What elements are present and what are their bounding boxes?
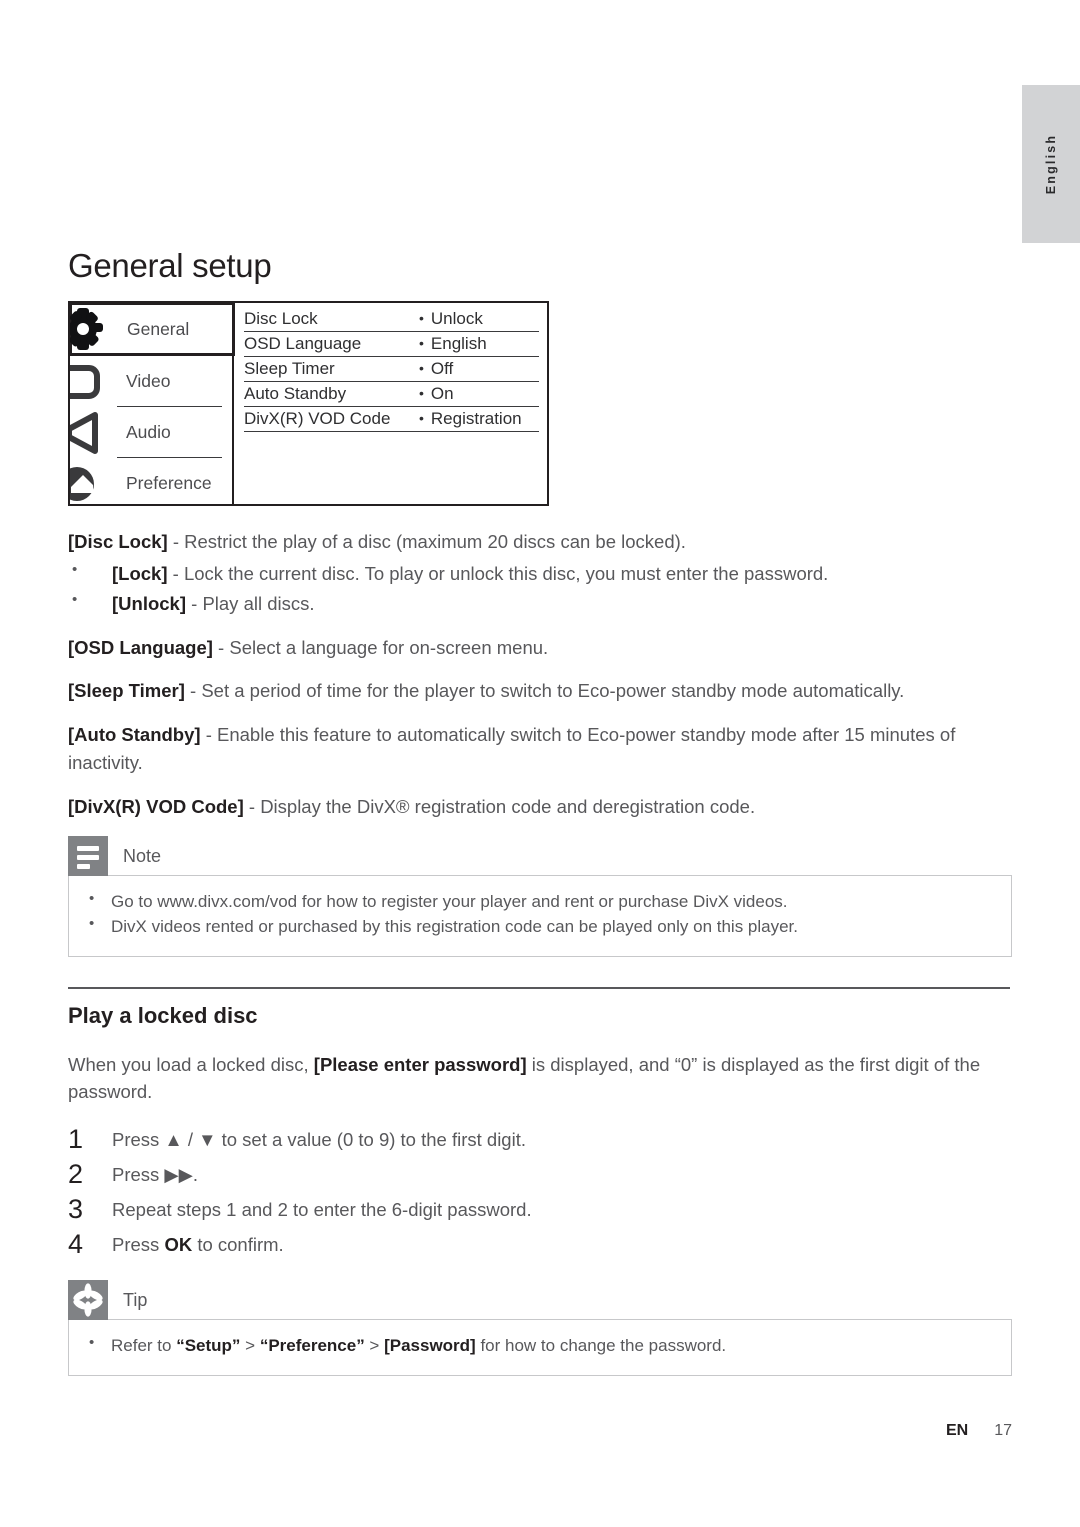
path-password: [Password]	[384, 1336, 476, 1356]
term-osd-language: [OSD Language]	[68, 636, 213, 658]
tv-screen-icon	[70, 359, 119, 405]
osd-row-key: Auto Standby	[244, 384, 347, 404]
description-divx-vod-code: [DivX(R) VOD Code] - Display the DivX® r…	[68, 793, 1012, 821]
key-ok: OK	[164, 1234, 193, 1256]
term-lock: [Lock]	[112, 563, 168, 585]
tip-text-part1: Refer to	[111, 1336, 177, 1356]
osd-row-value: Off	[419, 359, 453, 379]
description-auto-standby: [Auto Standby] - Enable this feature to …	[68, 721, 1012, 777]
osd-row-value: Unlock	[419, 309, 483, 329]
osd-row-auto-standby[interactable]: Auto Standby On	[244, 382, 539, 408]
osd-row-sleep-timer[interactable]: Sleep Timer Off	[244, 357, 539, 383]
note-callout-header: Note	[68, 836, 1012, 877]
note-callout-body: Go to www.divx.com/vod for how to regist…	[68, 875, 1012, 957]
footer-language-code: EN	[945, 1422, 969, 1439]
path-preference: “Preference”	[259, 1336, 365, 1356]
desc-unlock-text: - Play all discs.	[186, 592, 315, 614]
term-divx-vod-code: [DivX(R) VOD Code]	[68, 795, 244, 817]
desc-auto-standby-text: - Enable this feature to automatically s…	[68, 724, 956, 773]
osd-row-key: Disc Lock	[244, 309, 318, 329]
description-sleep-timer: [Sleep Timer] - Set a period of time for…	[68, 677, 1012, 705]
desc-lock-text: - Lock the current disc. To play or unlo…	[167, 563, 829, 585]
osd-menu-figure: General Video Audio Preference Disc Lock…	[68, 301, 549, 507]
list-item: Press ▶▶.	[68, 1157, 1012, 1192]
preference-icon	[70, 461, 119, 505]
language-side-tab-label: English	[1044, 133, 1058, 195]
page-footer: EN 17	[0, 1422, 1080, 1440]
step-text-after: to confirm.	[192, 1234, 284, 1256]
osd-sidebar-label-preference: Preference	[126, 473, 212, 494]
osd-row-key: OSD Language	[244, 334, 362, 354]
term-unlock: [Unlock]	[112, 592, 186, 614]
desc-sleep-timer-text: - Set a period of time for the player to…	[184, 680, 905, 702]
tip-callout: Tip Refer to “Setup” > “Preference” > [P…	[68, 1280, 1012, 1376]
intro-text-part1: When you load a locked disc,	[68, 1053, 314, 1075]
tip-sep1: >	[240, 1336, 260, 1356]
osd-settings-list: Disc Lock Unlock OSD Language English Sl…	[236, 303, 547, 504]
description-osd-language: [OSD Language] - Select a language for o…	[68, 634, 1012, 662]
osd-sidebar: General Video Audio Preference	[70, 303, 235, 505]
step-text: Repeat steps 1 and 2 to enter the 6-digi…	[112, 1199, 532, 1221]
list-item: Repeat steps 1 and 2 to enter the 6-digi…	[68, 1192, 1012, 1227]
term-auto-standby: [Auto Standby]	[68, 724, 201, 746]
osd-row-key: DivX(R) VOD Code	[244, 409, 391, 429]
language-side-tab: English	[1022, 85, 1080, 243]
page-title: General setup	[68, 247, 272, 284]
desc-disc-lock-text: - Restrict the play of a disc (maximum 2…	[167, 531, 686, 553]
osd-row-key: Sleep Timer	[244, 359, 335, 379]
asterisk-icon-glyph	[73, 1283, 103, 1317]
osd-sidebar-item-general[interactable]: General	[70, 303, 235, 357]
osd-row-disc-lock[interactable]: Disc Lock Unlock	[244, 307, 539, 333]
note-lines-icon	[68, 836, 108, 877]
locked-disc-intro: When you load a locked disc, [Please ent…	[68, 1051, 1012, 1107]
note-callout-title: Note	[123, 846, 162, 867]
list-item: [Unlock] - Play all discs.	[68, 589, 1012, 618]
step-text: Press ▲ / ▼ to set a value (0 to 9) to t…	[112, 1129, 526, 1151]
speaker-icon	[70, 410, 119, 456]
term-please-enter-password: [Please enter password]	[313, 1053, 527, 1075]
osd-sidebar-label-video: Video	[126, 371, 171, 392]
osd-sidebar-item-video[interactable]: Video	[70, 356, 232, 408]
page-content: General setup General Video Audio Prefer…	[68, 0, 1012, 1380]
gear-icon	[70, 306, 121, 352]
osd-row-value: Registration	[419, 409, 522, 429]
desc-osd-language-text: - Select a language for on-screen menu.	[212, 636, 549, 658]
osd-row-osd-language[interactable]: OSD Language English	[244, 332, 539, 358]
asterisk-icon	[68, 1280, 108, 1321]
locked-disc-steps: Press ▲ / ▼ to set a value (0 to 9) to t…	[68, 1122, 1012, 1262]
note-lines-icon-bars	[77, 846, 99, 873]
section-title-play-locked-disc: Play a locked disc	[68, 1002, 258, 1028]
description-disc-lock: [Disc Lock] - Restrict the play of a dis…	[68, 528, 1012, 556]
step-text: Press ▶▶.	[112, 1164, 199, 1186]
desc-divx-text: - Display the DivX® registration code an…	[243, 795, 756, 817]
disc-lock-options: [Lock] - Lock the current disc. To play …	[68, 559, 1012, 618]
tip-callout-title: Tip	[123, 1290, 148, 1311]
tip-callout-header: Tip	[68, 1280, 1012, 1321]
list-item: Press ▲ / ▼ to set a value (0 to 9) to t…	[68, 1122, 1012, 1157]
tip-callout-body: Refer to “Setup” > “Preference” > [Passw…	[68, 1319, 1012, 1376]
osd-sidebar-item-audio[interactable]: Audio	[70, 407, 232, 459]
path-setup: “Setup”	[176, 1336, 241, 1356]
list-item: DivX videos rented or purchased by this …	[87, 913, 993, 940]
list-item: Refer to “Setup” > “Preference” > [Passw…	[87, 1332, 993, 1359]
locked-disc-intro-paragraph: When you load a locked disc, [Please ent…	[68, 1051, 1012, 1107]
list-item: Press OK to confirm.	[68, 1227, 1012, 1262]
list-item: [Lock] - Lock the current disc. To play …	[68, 559, 1012, 588]
tip-sep2: >	[364, 1336, 385, 1356]
osd-sidebar-label-general: General	[127, 318, 190, 339]
section-divider	[68, 986, 1010, 989]
term-disc-lock: [Disc Lock]	[68, 531, 168, 553]
footer-page-number: 17	[994, 1422, 1012, 1439]
osd-sidebar-label-audio: Audio	[126, 422, 171, 443]
osd-row-value: English	[419, 334, 487, 354]
note-callout: Note Go to www.divx.com/vod for how to r…	[68, 836, 1012, 957]
osd-sidebar-item-preference[interactable]: Preference	[70, 458, 232, 505]
term-sleep-timer: [Sleep Timer]	[68, 680, 185, 702]
osd-row-value: On	[419, 384, 454, 404]
settings-descriptions: [Disc Lock] - Restrict the play of a dis…	[68, 528, 1012, 820]
osd-row-divx-vod-code[interactable]: DivX(R) VOD Code Registration	[244, 407, 539, 433]
list-item: Go to www.divx.com/vod for how to regist…	[87, 888, 993, 915]
tip-text-part2: for how to change the password.	[475, 1336, 727, 1356]
step-text: Press	[112, 1234, 165, 1256]
